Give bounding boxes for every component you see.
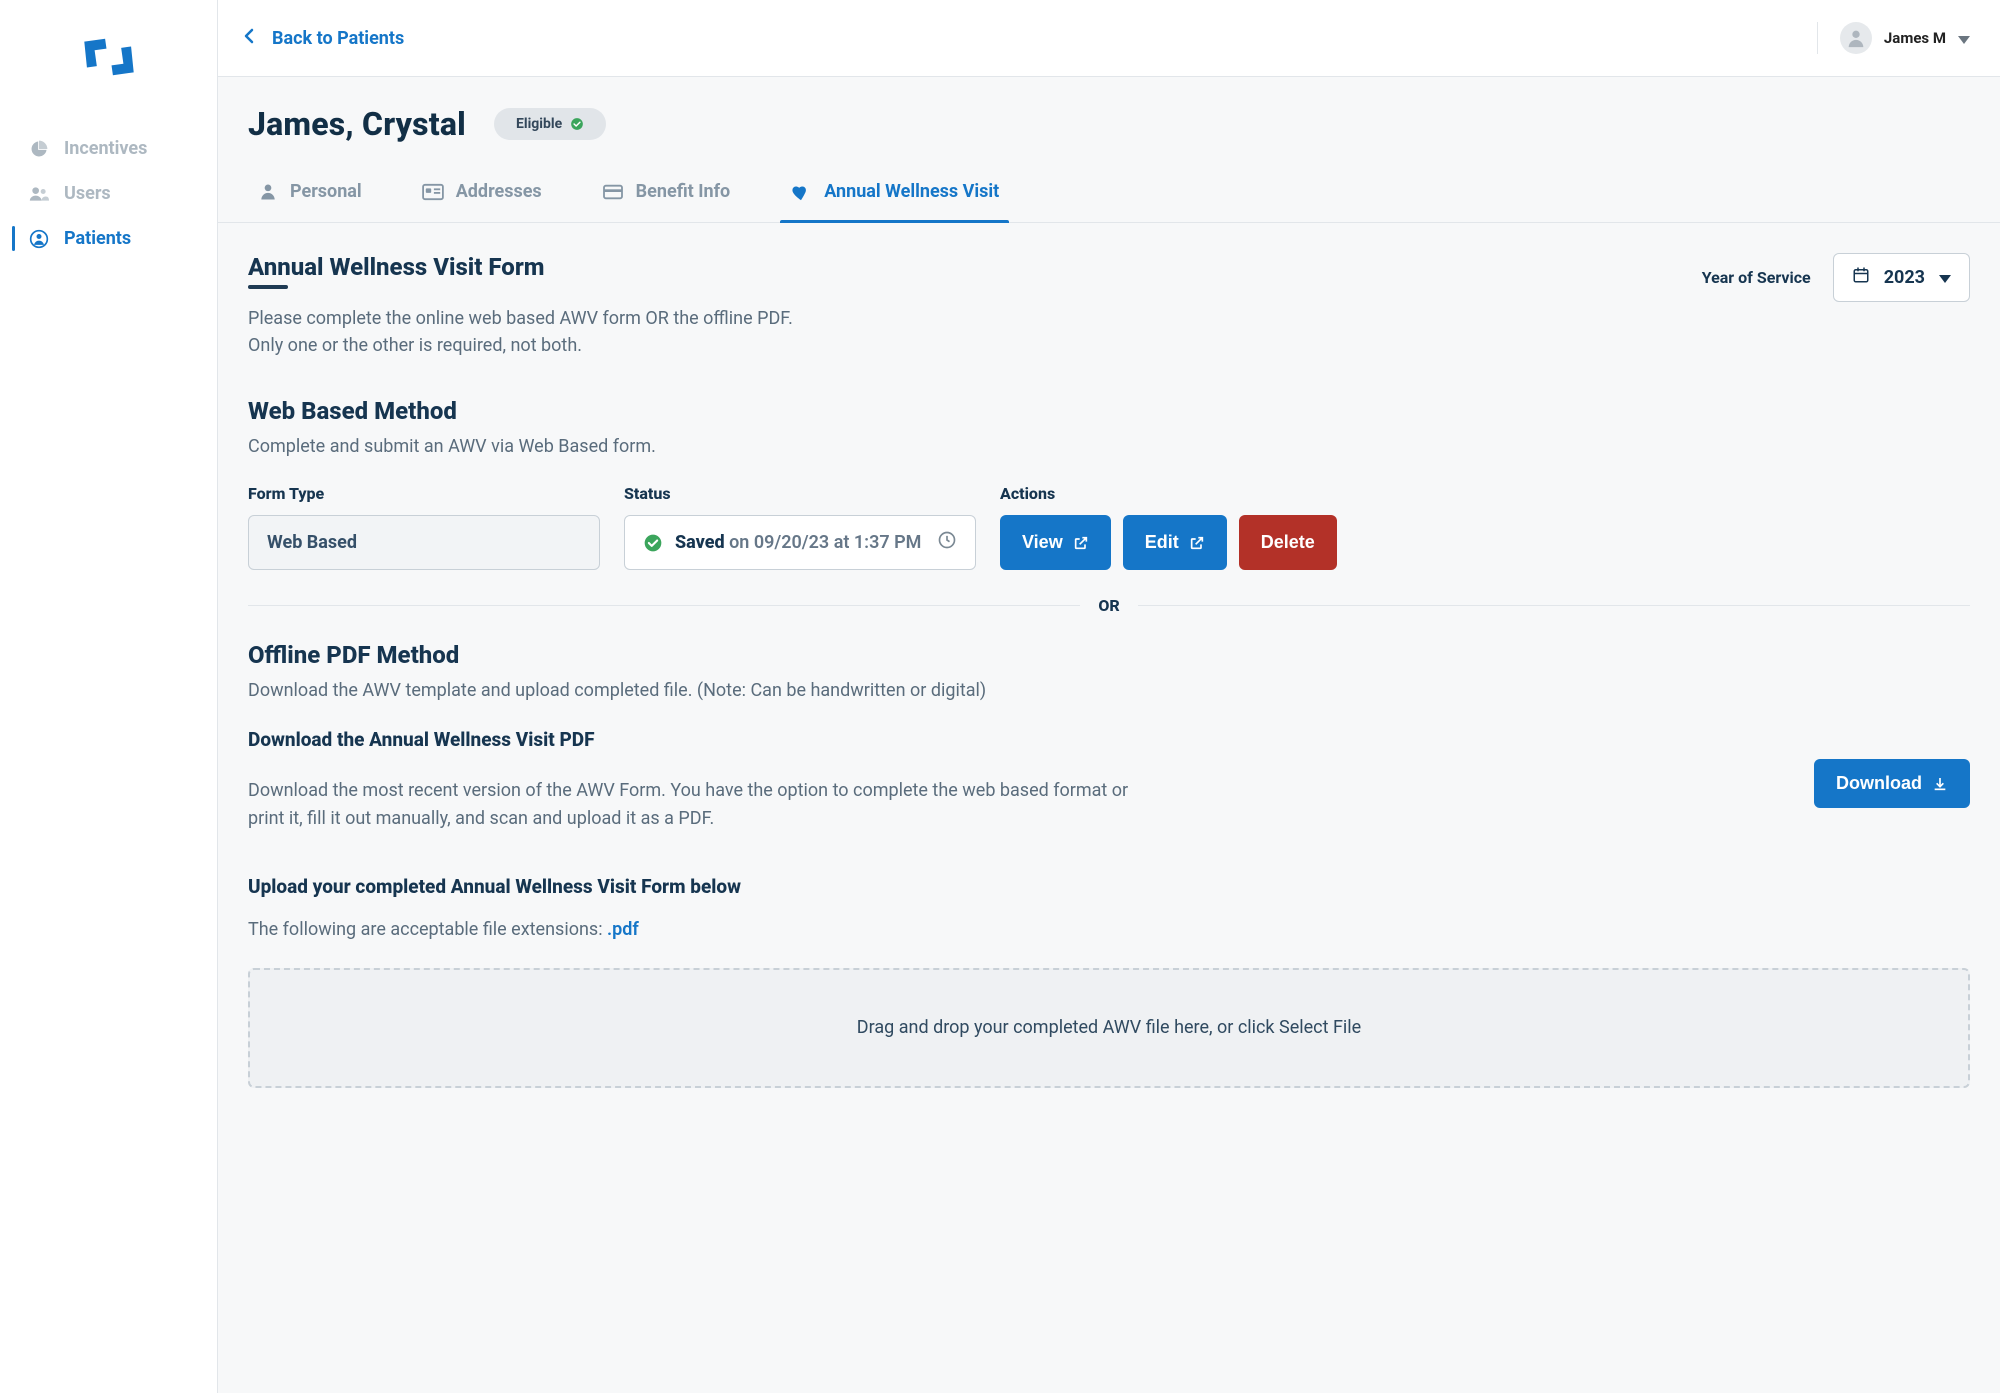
caret-down-icon — [1939, 267, 1951, 288]
chevron-left-icon — [244, 28, 254, 49]
tab-label: Benefit Info — [636, 181, 731, 202]
column-status: Status — [624, 484, 976, 503]
web-method-title: Web Based Method — [248, 397, 1970, 425]
column-actions: Actions — [1000, 484, 1970, 503]
sidebar-item-patients[interactable]: Patients — [0, 216, 217, 261]
caret-down-icon — [1958, 28, 1970, 49]
tab-label: Annual Wellness Visit — [824, 181, 999, 202]
upload-desc: The following are acceptable file extens… — [248, 916, 1168, 944]
web-method-desc: Complete and submit an AWV via Web Based… — [248, 433, 1970, 460]
dropzone-text: Drag and drop your completed AWV file he… — [857, 1017, 1361, 1038]
sidebar-item-label: Incentives — [64, 138, 147, 159]
user-menu[interactable]: James M — [1817, 22, 1970, 54]
open-external-icon — [1073, 535, 1089, 551]
button-label: Delete — [1261, 532, 1315, 553]
calendar-icon — [1852, 266, 1870, 289]
check-circle-icon — [570, 117, 584, 131]
patient-icon — [28, 229, 50, 249]
status-primary: Saved — [675, 532, 725, 553]
or-label: OR — [1098, 596, 1119, 615]
file-extension: .pdf — [607, 919, 639, 940]
button-label: Edit — [1145, 532, 1179, 553]
tab-personal[interactable]: Personal — [248, 165, 372, 222]
users-icon — [28, 184, 50, 204]
tab-label: Personal — [290, 181, 362, 202]
tabs: Personal Addresses Benefit Info Annual W… — [218, 165, 2000, 223]
delete-button[interactable]: Delete — [1239, 515, 1337, 570]
open-external-icon — [1189, 535, 1205, 551]
check-circle-icon — [643, 533, 663, 553]
sidebar-item-users[interactable]: Users — [0, 171, 217, 216]
section-title: Annual Wellness Visit Form — [248, 253, 793, 281]
download-button[interactable]: Download — [1814, 759, 1970, 808]
download-heading: Download the Annual Wellness Visit PDF — [248, 728, 1970, 751]
year-value: 2023 — [1884, 267, 1925, 288]
logo — [0, 20, 217, 126]
user-name: James M — [1884, 29, 1946, 47]
file-dropzone[interactable]: Drag and drop your completed AWV file he… — [248, 968, 1970, 1088]
back-link-label: Back to Patients — [272, 28, 404, 49]
person-icon — [258, 182, 278, 202]
tab-benefit-info[interactable]: Benefit Info — [592, 165, 741, 222]
button-label: View — [1022, 532, 1063, 553]
sidebar-item-incentives[interactable]: Incentives — [0, 126, 217, 171]
form-type-value: Web Based — [267, 532, 357, 553]
section-desc-1: Please complete the online web based AWV… — [248, 305, 793, 332]
status-secondary: on 09/20/23 at 1:37 PM — [729, 532, 921, 553]
title-underline — [248, 285, 288, 289]
tab-addresses[interactable]: Addresses — [412, 165, 552, 222]
pie-chart-icon — [28, 139, 50, 159]
year-of-service-label: Year of Service — [1702, 268, 1811, 287]
status-box: Saved on 09/20/23 at 1:37 PM — [624, 515, 976, 570]
year-of-service-select[interactable]: 2023 — [1833, 253, 1970, 302]
form-type-box: Web Based — [248, 515, 600, 570]
column-form-type: Form Type — [248, 484, 600, 503]
upload-heading: Upload your completed Annual Wellness Vi… — [248, 875, 1970, 898]
wallet-icon — [602, 183, 624, 201]
sidebar-item-label: Patients — [64, 228, 131, 249]
download-icon — [1932, 776, 1948, 792]
heart-hands-icon — [790, 182, 812, 202]
main: Back to Patients James M James, Crystal … — [218, 0, 2000, 1393]
badge-label: Eligible — [516, 116, 562, 132]
section-desc-2: Only one or the other is required, not b… — [248, 332, 793, 359]
edit-button[interactable]: Edit — [1123, 515, 1227, 570]
divider — [248, 605, 1080, 606]
pdf-method-title: Offline PDF Method — [248, 641, 1970, 669]
view-button[interactable]: View — [1000, 515, 1111, 570]
sidebar-item-label: Users — [64, 183, 111, 204]
avatar — [1840, 22, 1872, 54]
pdf-method-desc: Download the AWV template and upload com… — [248, 677, 1970, 704]
tab-annual-wellness-visit[interactable]: Annual Wellness Visit — [780, 165, 1009, 222]
topbar: Back to Patients James M — [218, 0, 2000, 77]
tab-label: Addresses — [456, 181, 542, 202]
divider — [1138, 605, 1970, 606]
card-icon — [422, 183, 444, 201]
download-desc: Download the most recent version of the … — [248, 777, 1168, 833]
patient-header: James, Crystal Eligible — [218, 77, 2000, 143]
patient-name: James, Crystal — [248, 105, 466, 143]
button-label: Download — [1836, 773, 1922, 794]
back-to-patients-link[interactable]: Back to Patients — [244, 28, 404, 49]
sidebar: Incentives Users Patients — [0, 0, 218, 1393]
eligibility-badge: Eligible — [494, 108, 606, 140]
clock-icon — [937, 530, 957, 555]
